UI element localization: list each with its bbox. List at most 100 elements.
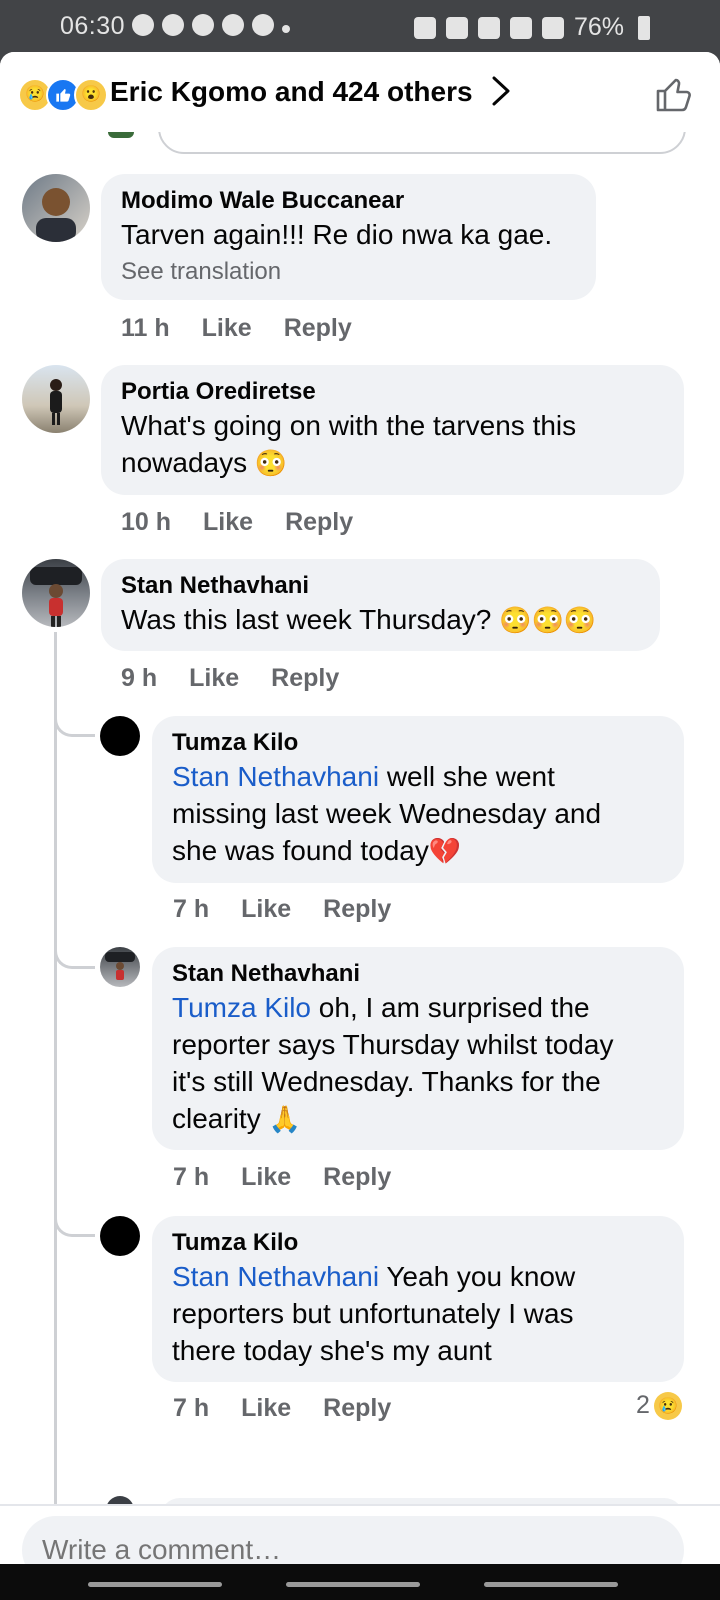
reply-link[interactable]: Reply xyxy=(323,895,391,924)
comments-sheet: 😢 😮 Eric Kgomo and 424 others Modimo Wal… xyxy=(0,52,720,1564)
comment-text-line: Was this last week Thursday? xyxy=(121,604,492,635)
reply-text-line: well she went xyxy=(379,761,555,792)
nav-back-button[interactable] xyxy=(484,1582,618,1587)
lock-icon xyxy=(413,16,436,39)
mention-link[interactable]: Tumza Kilo xyxy=(172,992,311,1023)
comment-bubble[interactable]: Modimo Wale Buccanear Tarven again!!! Re… xyxy=(101,174,596,300)
folded-hands-emoji: 🙏 xyxy=(268,1104,301,1134)
reply-text-line: she was found today xyxy=(172,835,429,866)
comment-text-line: What's going on with the tarvens this xyxy=(121,410,577,441)
like-link[interactable]: Like xyxy=(241,895,291,924)
comment-bubble[interactable]: Stan Nethavhani Was this last week Thurs… xyxy=(101,559,660,651)
reply-author[interactable]: Stan Nethavhani xyxy=(172,959,664,989)
alarm-icon xyxy=(445,16,468,39)
reply-text-line: missing last week Wednesday and xyxy=(172,798,602,829)
divider xyxy=(0,1504,720,1506)
like-link[interactable]: Like xyxy=(202,314,252,343)
reply-bubble[interactable]: Tumza Kilo Stan Nethavhani well she went… xyxy=(152,716,684,883)
comment-author[interactable]: Modimo Wale Buccanear xyxy=(121,186,576,216)
avatar[interactable] xyxy=(22,174,90,242)
comment-text: Tarven again!!! Re dio nwa ka gae. xyxy=(121,219,553,250)
sync-icon xyxy=(162,14,184,36)
sad-reaction-icon: 😢 xyxy=(653,1391,682,1420)
app-icon xyxy=(192,14,214,36)
comment-bubble[interactable]: Portia Orediretse What's going on with t… xyxy=(101,365,684,495)
battery-level: 76% xyxy=(573,13,624,41)
reply-text-line: oh, I am surprised the xyxy=(311,992,590,1023)
reply-text-line: reporters but unfortunately I was xyxy=(172,1298,574,1329)
flushed-emoji: 😳 xyxy=(254,448,288,478)
mute-icon xyxy=(477,16,500,39)
reply-connector xyxy=(54,944,95,969)
status-bar: 06:30 76% xyxy=(0,0,720,52)
reply-time: 7 h xyxy=(173,1394,210,1422)
thread-line xyxy=(54,632,57,1504)
avatar[interactable] xyxy=(100,716,140,756)
avatar[interactable] xyxy=(100,1216,140,1256)
reply-connector xyxy=(54,712,95,737)
reply-text-line: reporter says Thursday whilst today xyxy=(172,1029,614,1060)
reply-text-line: it's still Wednesday. Thanks for the xyxy=(172,1066,601,1097)
dot-icon xyxy=(282,24,290,33)
comment-author[interactable]: Portia Orediretse xyxy=(121,377,664,407)
reaction-icons: 😢 😮 xyxy=(18,78,108,112)
broken-heart-emoji: 💔 xyxy=(428,836,462,866)
comment-time: 11 h xyxy=(121,314,170,342)
reply-link[interactable]: Reply xyxy=(285,508,353,537)
comment-text: What's going on with the tarvens this no… xyxy=(121,407,664,482)
comment-actions: 10 h Like Reply xyxy=(121,508,353,537)
avatar[interactable] xyxy=(22,559,90,627)
comment-time: 9 h xyxy=(121,664,158,692)
reply-text: Stan Nethavhani well she went missing la… xyxy=(172,758,664,870)
notification-icon xyxy=(132,14,154,36)
reply-author[interactable]: Tumza Kilo xyxy=(172,728,664,758)
nav-home-button[interactable] xyxy=(286,1582,420,1587)
wifi-icon xyxy=(509,16,532,39)
reply-time: 7 h xyxy=(173,895,210,923)
comment-input[interactable] xyxy=(22,1516,684,1564)
settings-icon xyxy=(252,14,274,36)
partial-avatar xyxy=(108,132,134,138)
reply-time: 7 h xyxy=(173,1163,210,1191)
reactions-header[interactable]: 😢 😮 Eric Kgomo and 424 others xyxy=(0,52,720,132)
comment-actions: 11 h Like Reply xyxy=(121,314,352,343)
avatar[interactable] xyxy=(100,947,140,987)
mention-link[interactable]: Stan Nethavhani xyxy=(172,761,379,792)
comment-text: Was this last week Thursday? 😳😳😳 xyxy=(121,601,640,639)
like-button-icon[interactable] xyxy=(654,74,694,114)
notification-icons xyxy=(132,14,290,36)
reply-link[interactable]: Reply xyxy=(284,314,352,343)
like-link[interactable]: Like xyxy=(241,1163,291,1192)
mention-link[interactable]: Stan Nethavhani xyxy=(172,1261,379,1292)
reaction-count-number: 2 xyxy=(636,1391,650,1419)
reply-connector xyxy=(54,1212,95,1237)
chevron-right-icon[interactable] xyxy=(490,74,512,116)
reply-actions: 7 h Like Reply xyxy=(173,895,391,924)
nav-recents-button[interactable] xyxy=(88,1582,222,1587)
like-link[interactable]: Like xyxy=(189,664,239,693)
composer-bar xyxy=(0,1504,720,1564)
comment-text-line: nowadays xyxy=(121,447,248,478)
signal-icon xyxy=(541,16,564,39)
comment-time: 10 h xyxy=(121,508,172,536)
reaction-count[interactable]: 2 😢 xyxy=(636,1391,682,1420)
reply-bubble[interactable]: Tumza Kilo Stan Nethavhani Yeah you know… xyxy=(152,1216,684,1382)
partial-reply-box xyxy=(158,132,686,154)
avatar[interactable] xyxy=(106,1496,134,1504)
reply-link[interactable]: Reply xyxy=(323,1394,391,1423)
reactors-summary[interactable]: Eric Kgomo and 424 others xyxy=(110,76,473,108)
reply-link[interactable]: Reply xyxy=(271,664,339,693)
like-link[interactable]: Like xyxy=(241,1394,291,1423)
reply-author[interactable]: Tumza Kilo xyxy=(172,1228,664,1258)
system-nav-bar xyxy=(0,1564,720,1600)
reply-bubble[interactable]: Stan Nethavhani Tumza Kilo oh, I am surp… xyxy=(152,947,684,1150)
like-link[interactable]: Like xyxy=(203,508,253,537)
comment-actions: 9 h Like Reply xyxy=(121,664,339,693)
comment-author[interactable]: Stan Nethavhani xyxy=(121,571,640,601)
see-translation-link[interactable]: See translation xyxy=(121,255,576,289)
status-time: 06:30 xyxy=(60,12,126,40)
reply-link[interactable]: Reply xyxy=(323,1163,391,1192)
reply-text: Stan Nethavhani Yeah you know reporters … xyxy=(172,1258,664,1369)
avatar[interactable] xyxy=(22,365,90,433)
comments-list[interactable]: Modimo Wale Buccanear Tarven again!!! Re… xyxy=(0,132,720,1504)
